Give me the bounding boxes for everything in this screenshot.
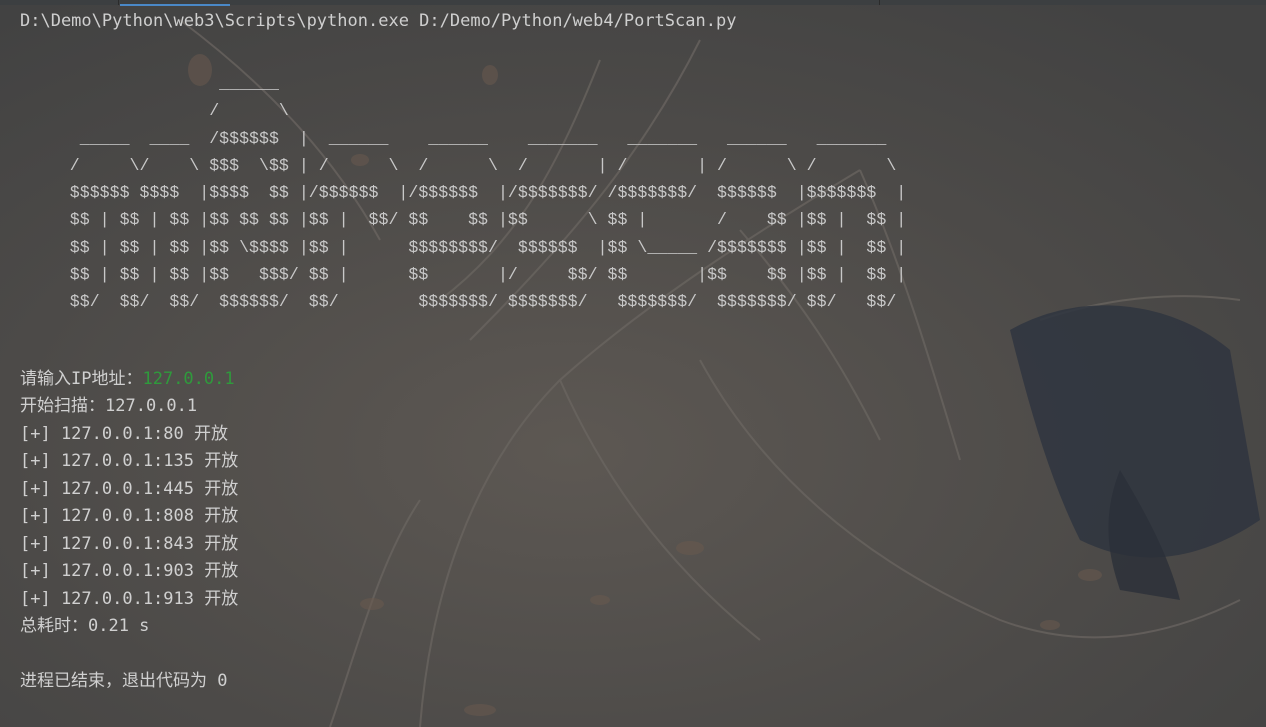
banner-line: $$$$$$ $$$$ |$$$$ $$ |/$$$$$$ |/$$$$$$ |…: [20, 183, 907, 203]
banner-line: $$ | $$ | $$ |$$ \$$$$ |$$ | $$$$$$$$/ $…: [20, 237, 907, 257]
result-line: [+] 127.0.0.1:445 开放: [20, 479, 239, 499]
ascii-banner: ______ / \ _____ ____ /$$$$$$ | ______ _…: [20, 70, 906, 316]
banner-line: ______: [20, 74, 279, 93]
ip-prompt-label: 请输入IP地址：: [20, 369, 143, 389]
ip-prompt: 请输入IP地址：127.0.0.1: [20, 368, 235, 390]
banner-line: $$ | $$ | $$ |$$ $$$/ $$ | $$ |/ $$/ $$ …: [20, 265, 907, 285]
exit-message: 进程已结束，退出代码为 0: [20, 671, 228, 691]
result-line: [+] 127.0.0.1:80 开放: [20, 424, 228, 444]
run-console[interactable]: D:\Demo\Python\web3\Scripts\python.exe D…: [0, 0, 1266, 727]
scan-start-line: 开始扫描：127.0.0.1: [20, 396, 198, 416]
result-line: [+] 127.0.0.1:913 开放: [20, 589, 239, 609]
run-command: D:\Demo\Python\web3\Scripts\python.exe D…: [20, 11, 737, 31]
ip-input-value[interactable]: 127.0.0.1: [142, 369, 234, 389]
banner-line: / \: [20, 101, 289, 121]
banner-line: $$/ $$/ $$/ $$$$$$/ $$/ $$$$$$$/ $$$$$$$…: [20, 292, 897, 312]
result-line: [+] 127.0.0.1:808 开放: [20, 506, 239, 526]
banner-line: _____ ____ /$$$$$$ | ______ ______ _____…: [20, 128, 887, 148]
banner-line: $$ | $$ | $$ |$$ $$ $$ |$$ | $$/ $$ $$ |…: [20, 210, 907, 230]
banner-line: / \/ \ $$$ \$$ | / \ / \ / | / | / \ / \: [20, 155, 897, 175]
result-line: [+] 127.0.0.1:843 开放: [20, 534, 239, 554]
elapsed-time: 总耗时：0.21 s: [20, 616, 150, 636]
result-line: [+] 127.0.0.1:135 开放: [20, 451, 239, 471]
result-line: [+] 127.0.0.1:903 开放: [20, 561, 239, 581]
